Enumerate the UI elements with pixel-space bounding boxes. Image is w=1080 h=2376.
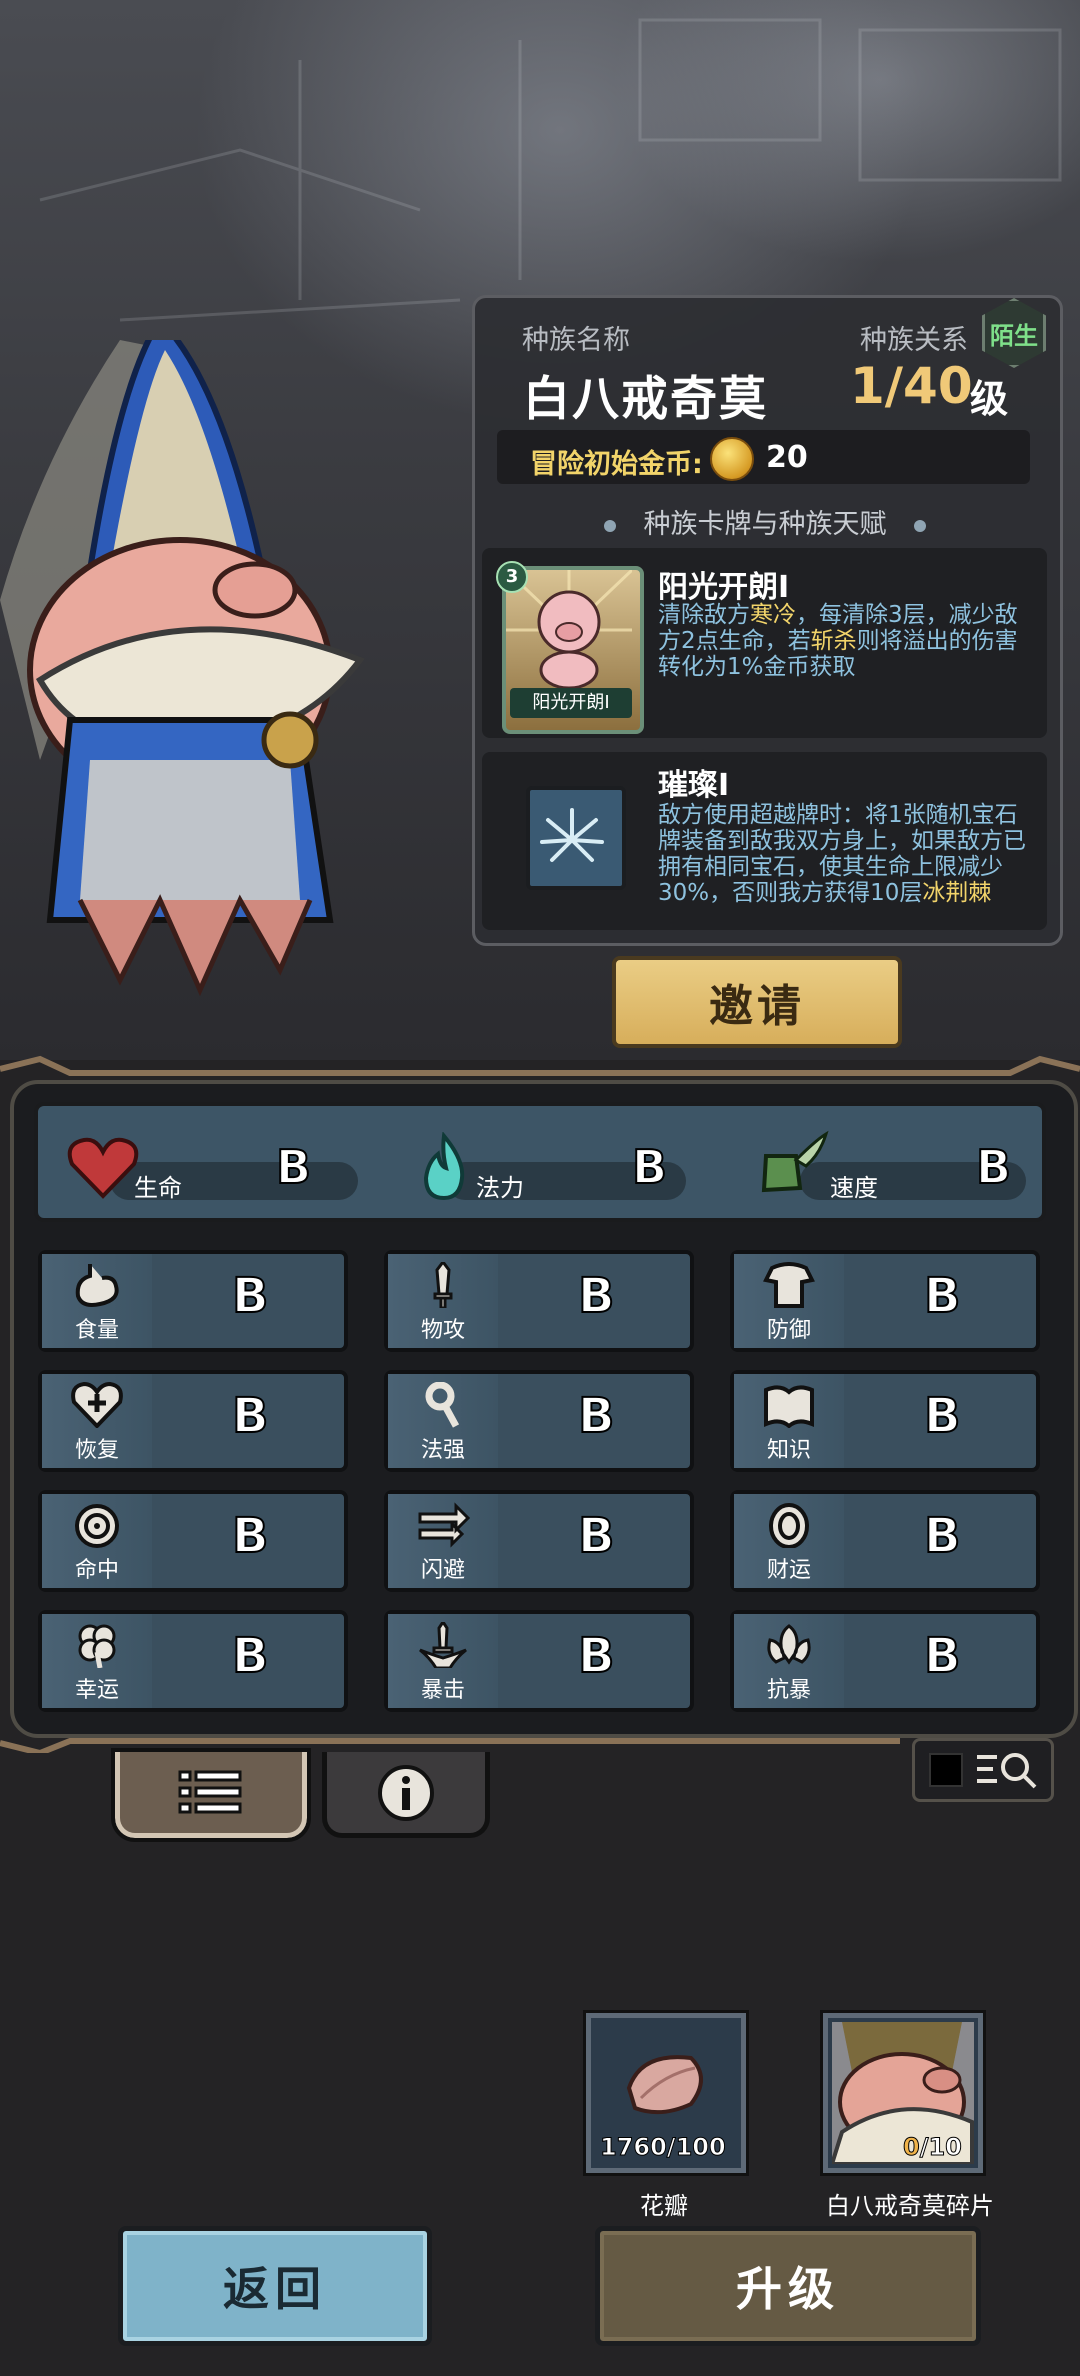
keyword-execute[interactable]: 斩杀 — [811, 628, 857, 654]
card-count-badge: 3 — [496, 561, 528, 593]
crit-blade-icon — [419, 1622, 467, 1668]
stat-grade: B — [923, 1267, 962, 1325]
stat-grade: B — [923, 1507, 962, 1565]
tab-info[interactable] — [322, 1752, 490, 1838]
stat-label: 恢复 — [74, 1438, 119, 1463]
tab-list[interactable] — [111, 1748, 311, 1842]
stat-cell-knowledge[interactable]: 知识 B — [730, 1370, 1040, 1472]
mana-flame-icon — [423, 1132, 465, 1201]
gold-coin-icon — [710, 437, 754, 481]
magic-staff-icon — [425, 1382, 460, 1428]
petal-icon — [626, 2055, 703, 2115]
resource-count: 1760/100 — [600, 2133, 727, 2162]
stat-label: 防御 — [766, 1318, 811, 1343]
stat-label: 食量 — [74, 1318, 119, 1343]
stat-label-speed: 速度 — [830, 1174, 878, 1202]
stat-label: 法强 — [420, 1438, 465, 1463]
start-gold-label: 冒险初始金币: — [530, 449, 703, 480]
stat-cell-fortune[interactable]: 财运 B — [730, 1490, 1040, 1592]
stat-cell-defense[interactable]: 防御 B — [730, 1250, 1040, 1352]
heal-heart-icon — [71, 1382, 123, 1428]
info-icon — [378, 1765, 434, 1821]
stat-grade: B — [577, 1387, 616, 1445]
start-gold-value: 20 — [766, 440, 808, 475]
stat-cell-crit-resist[interactable]: 抗暴 B — [730, 1610, 1040, 1712]
stat-label: 幸运 — [74, 1678, 119, 1703]
stat-cell-accuracy[interactable]: 命中 B — [38, 1490, 348, 1592]
stat-label-life: 生命 — [134, 1174, 182, 1202]
stat-grade-life: B — [275, 1139, 312, 1195]
talent-description: 清除敌方寒冷，每清除3层，减少敌方2点生命，若斩杀则将溢出的伤害转化为1%金币获… — [658, 602, 1018, 680]
target-icon — [75, 1504, 119, 1548]
resource-name: 白八戒奇莫碎片 — [826, 2192, 994, 2220]
pig-card-art — [504, 568, 634, 690]
talent-description: 敌方使用超越牌时：将1张随机宝石牌装备到敌我双方身上，如果敌方已拥有相同宝石，使… — [658, 802, 1026, 906]
section-title: 种族卡牌与种族天赋 — [643, 509, 887, 540]
relation-value: 陌生 — [990, 321, 1038, 350]
coin-icon — [769, 1503, 809, 1548]
invite-button[interactable]: 邀请 — [612, 956, 902, 1048]
stat-label: 命中 — [74, 1558, 119, 1583]
upgrade-button[interactable]: 升级 — [595, 2226, 981, 2346]
stat-cell-crit[interactable]: 暴击 B — [384, 1610, 694, 1712]
stat-cell-magic[interactable]: 法强 B — [384, 1370, 694, 1472]
stat-cell-food[interactable]: 食量 B — [38, 1250, 348, 1352]
race-relation-label: 种族关系 — [860, 325, 968, 356]
stat-label: 知识 — [766, 1438, 811, 1463]
fragment-needed: /10 — [919, 2133, 962, 2162]
stat-grade: B — [577, 1507, 616, 1565]
stat-label: 抗暴 — [766, 1678, 811, 1703]
heart-icon — [67, 1137, 139, 1199]
gem-talent-icon[interactable] — [526, 786, 626, 890]
stat-cell-luck[interactable]: 幸运 B — [38, 1610, 348, 1712]
back-button[interactable]: 返回 — [118, 2226, 432, 2346]
stat-grade: B — [577, 1267, 616, 1325]
stat-grade: B — [577, 1627, 616, 1685]
filter-search-button[interactable] — [912, 1738, 1054, 1802]
stat-grade: B — [231, 1627, 270, 1685]
fragment-count: 0/10 — [903, 2133, 963, 2162]
race-name: 白八戒奇莫 — [523, 372, 768, 427]
keyword-ice-thorn[interactable]: 冰荆棘 — [922, 880, 991, 906]
list-icon — [178, 1770, 242, 1814]
toggle-square-icon — [929, 1753, 963, 1787]
stat-label-mana: 法力 — [476, 1174, 524, 1202]
stat-label: 暴击 — [420, 1678, 465, 1703]
sword-icon — [433, 1262, 453, 1308]
winged-boot-icon — [761, 1130, 829, 1193]
race-level: 1/40 — [850, 357, 973, 415]
stat-grade: B — [923, 1627, 962, 1685]
talent-title: 璀璨I — [658, 768, 730, 803]
card-caption: 阳光开朗I — [510, 688, 632, 718]
book-icon — [764, 1385, 814, 1428]
stat-grade-speed: B — [975, 1139, 1012, 1195]
keyword-cold[interactable]: 寒冷 — [750, 602, 796, 628]
stat-label: 物攻 — [420, 1318, 465, 1343]
stomach-icon — [75, 1264, 119, 1307]
level-unit: 级 — [970, 377, 1009, 421]
stat-cell-attack[interactable]: 物攻 B — [384, 1250, 694, 1352]
stat-grade-mana: B — [631, 1139, 668, 1195]
stat-grade: B — [231, 1267, 270, 1325]
character-illustration — [0, 340, 365, 997]
race-name-label: 种族名称 — [522, 325, 630, 356]
stat-grade: B — [923, 1387, 962, 1445]
stat-label: 闪避 — [420, 1558, 465, 1583]
talent-title: 阳光开朗I — [658, 570, 790, 605]
stat-label: 财运 — [766, 1558, 811, 1583]
filter-search-icon — [977, 1753, 1037, 1789]
shield-flower-icon — [767, 1624, 811, 1665]
firework-icon — [540, 808, 604, 862]
stat-cell-recovery[interactable]: 恢复 B — [38, 1370, 348, 1472]
stat-cell-dodge[interactable]: 闪避 B — [384, 1490, 694, 1592]
fragment-owned: 0 — [903, 2133, 921, 2162]
clover-icon — [78, 1624, 116, 1668]
resource-name: 花瓣 — [640, 2192, 688, 2220]
armor-icon — [763, 1262, 815, 1308]
dodge-arrows-icon — [418, 1502, 470, 1548]
stat-grade: B — [231, 1387, 270, 1445]
section-dot-right — [914, 520, 926, 532]
stat-grade: B — [231, 1507, 270, 1565]
